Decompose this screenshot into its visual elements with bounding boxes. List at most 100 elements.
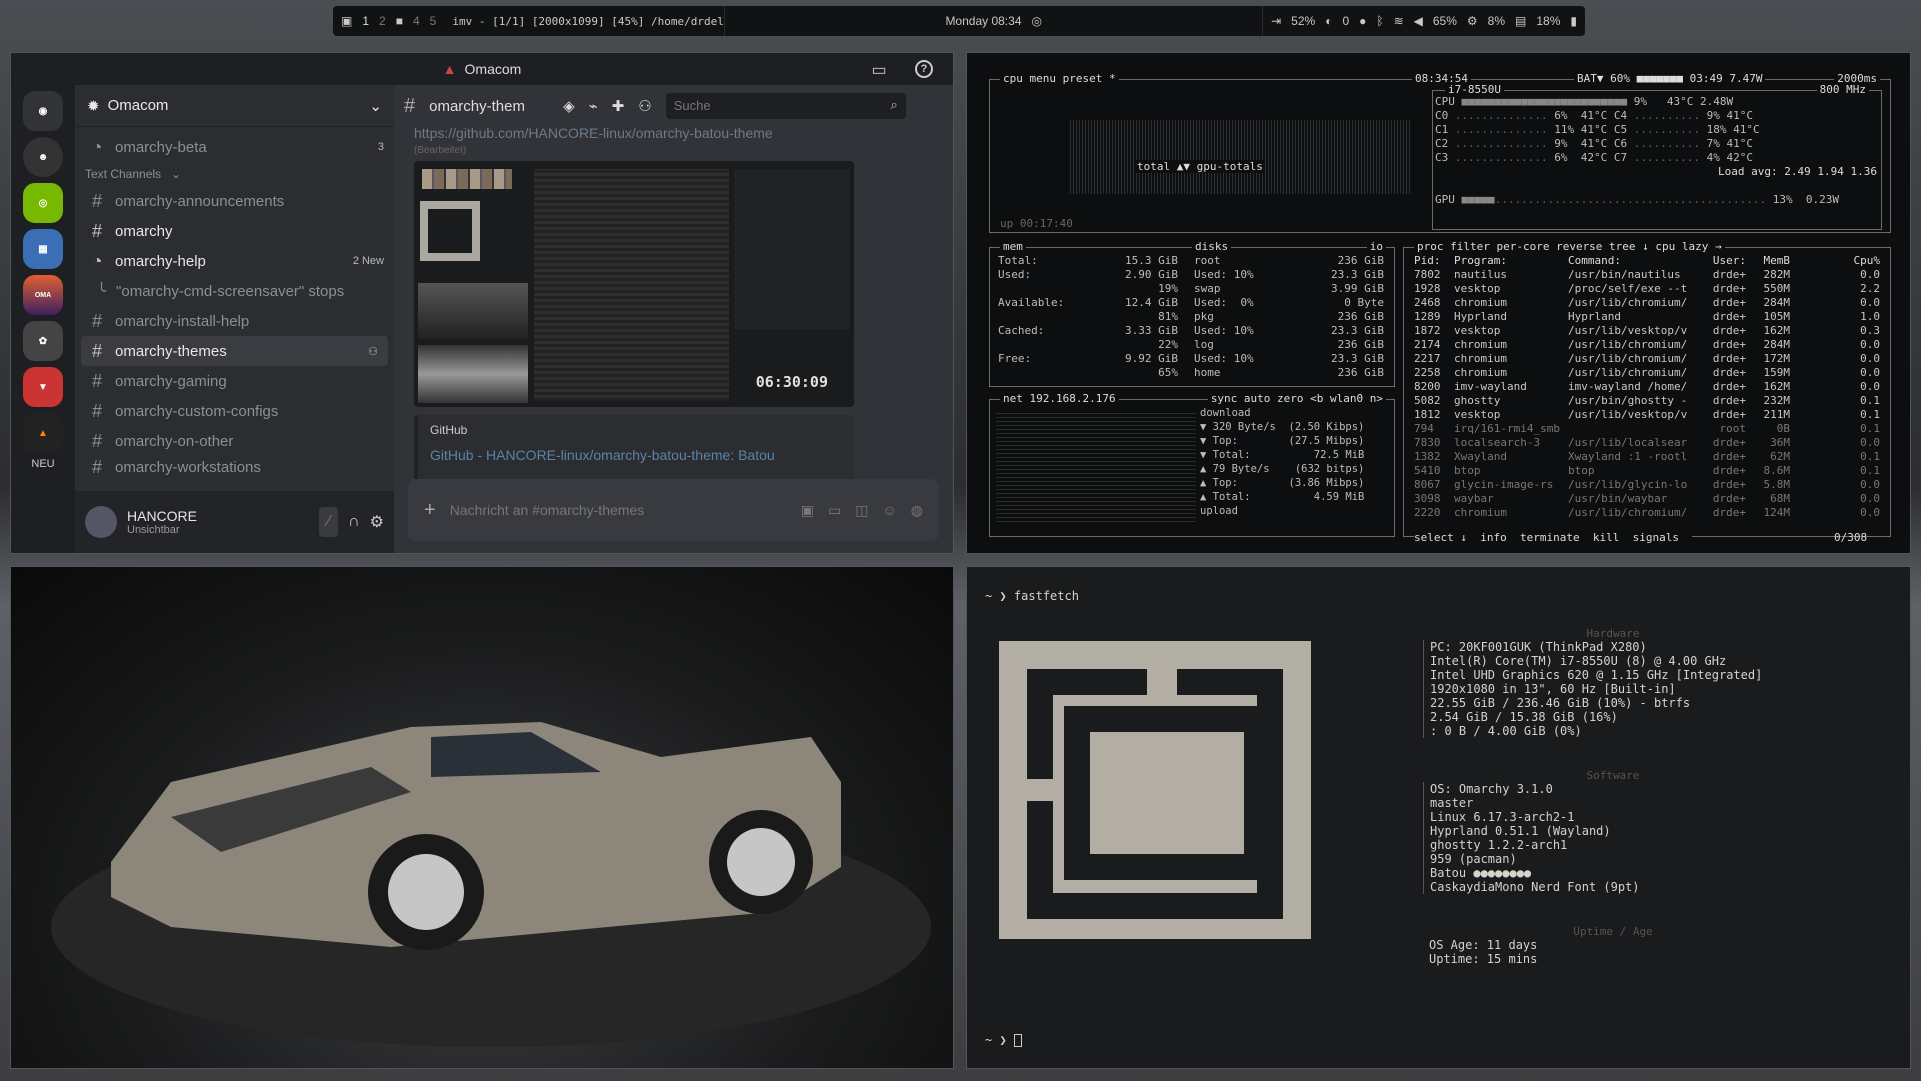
proc-cell: 0.0: [1860, 296, 1880, 309]
net-rows: download ▼ 320 Byte/s (2.50 Kibps) ▼ Top: …: [1200, 406, 1386, 518]
volume-percent[interactable]: 65%: [1433, 14, 1457, 28]
logout-icon[interactable]: ⇥: [1271, 14, 1281, 28]
pin-icon[interactable]: ✚: [612, 97, 625, 115]
software-line: 959 (pacman): [1430, 852, 1517, 866]
add-member-icon[interactable]: ⚇: [368, 345, 378, 358]
proc-row[interactable]: 1928 vesktop/proc/self/exe --t drde+ 550M 2.…: [1414, 282, 1880, 296]
image-attachment[interactable]: 06:30:09: [414, 161, 854, 407]
mute-notifications-icon[interactable]: ⌁: [589, 97, 598, 115]
wifi-icon[interactable]: ≋: [1394, 14, 1404, 28]
server-header[interactable]: ✹ Omacom ⌄: [75, 85, 394, 127]
channel-omarchy[interactable]: # omarchy: [75, 216, 394, 246]
server-icon-pink[interactable]: ✿: [23, 321, 63, 361]
disk-rows: root 236 GiB Used: 10% 23.3 GiB swap 3.99 GiB…: [1194, 254, 1384, 380]
workspace-3-active-icon[interactable]: ■: [396, 14, 403, 28]
proc-footer-item[interactable]: kill: [1593, 531, 1633, 544]
channel-omarchy-announcements[interactable]: # omarchy-announcements: [75, 186, 394, 216]
clock[interactable]: Monday 08:34: [945, 14, 1021, 28]
settings-gear-icon[interactable]: ⚙: [370, 512, 384, 532]
channel-omarchy-install-help[interactable]: # omarchy-install-help: [75, 306, 394, 336]
embed-title[interactable]: GitHub - HANCORE-linux/omarchy-batou-the…: [430, 447, 842, 463]
workspace-1[interactable]: 1: [362, 14, 369, 28]
proc-row[interactable]: 7830 localsearch-3/usr/lib/localsear drde+…: [1414, 436, 1880, 450]
proc-row[interactable]: 2217 chromium/usr/lib/chromium/drde+ 172M 0…: [1414, 352, 1880, 366]
server-icon-blue[interactable]: ▦: [23, 229, 63, 269]
help-icon[interactable]: ?: [915, 60, 933, 78]
channel-omarchy-help[interactable]: ◔ omarchy-help 2 New: [75, 246, 394, 276]
battery-readout: BAT▼ 60% ■■■■■■■ 03:49 7.47W: [1574, 72, 1766, 85]
server-icon-avatar[interactable]: ☻: [23, 137, 63, 177]
thread-cmd-screensaver[interactable]: ╰ "omarchy-cmd-screensaver" stops: [75, 276, 394, 306]
proc-footer-item[interactable]: signals: [1633, 531, 1693, 544]
github-embed[interactable]: GitHub GitHub - HANCORE-linux/omarchy-ba…: [414, 415, 854, 485]
proc-row[interactable]: 3098 waybar/usr/bin/waybar drde+ 68M 0.0: [1414, 492, 1880, 506]
proc-row[interactable]: 5410 btop btop drde+ 8.6M 0.1: [1414, 464, 1880, 478]
message-input[interactable]: + Nachricht an #omarchy-themes ▣ ▭ ◫ ☺ ◍: [408, 479, 939, 541]
hash-icon: #: [91, 310, 102, 331]
proc-row[interactable]: 2174 chromium/usr/lib/chromium/drde+ 284M 0…: [1414, 338, 1880, 352]
menu-icon[interactable]: ▣: [341, 14, 352, 28]
notification-count[interactable]: 0: [1342, 14, 1349, 28]
members-icon[interactable]: ⚇: [638, 97, 651, 115]
memory-percent: 18%: [1536, 14, 1561, 28]
threads-icon[interactable]: ◈: [563, 97, 575, 115]
idle-inhibit-icon[interactable]: ◎: [1032, 14, 1042, 28]
proc-footer-item[interactable]: 0/308: [1834, 531, 1867, 544]
hardware-section: Hardware PC: 20KF001GUK (ThinkPad X280) I…: [1423, 627, 1803, 738]
workspace-5[interactable]: 5: [430, 14, 437, 28]
proc-row[interactable]: 1289 Hyprland Hyprland drde+ 105M 1.0: [1414, 310, 1880, 324]
message-link[interactable]: https://github.com/HANCORE-linux/omarchy…: [414, 125, 814, 141]
gift-icon[interactable]: ▣: [801, 502, 814, 519]
volume-icon[interactable]: ◀: [1414, 14, 1423, 28]
workspace-4[interactable]: 4: [413, 14, 420, 28]
gif-icon[interactable]: ▭: [828, 502, 841, 519]
chat-channel-name: omarchy-them: [429, 97, 525, 115]
proc-row[interactable]: 8200 imv-wayland imv-wayland /home/drde+ 16…: [1414, 380, 1880, 394]
server-icon-arch[interactable]: ▲: [23, 413, 63, 453]
proc-row[interactable]: 5082 ghostty/usr/bin/ghostty - drde+ 232M 0.…: [1414, 394, 1880, 408]
bluetooth-icon[interactable]: ᛒ: [1376, 14, 1383, 28]
channel-omarchy-gaming[interactable]: # omarchy-gaming: [75, 366, 394, 396]
proc-footer-item[interactable]: info: [1480, 531, 1520, 544]
proc-row[interactable]: 7802 nautilus/usr/bin/nautilus drde+ 282M 0.…: [1414, 268, 1880, 282]
channel-omarchy-custom-configs[interactable]: # omarchy-custom-configs: [75, 396, 394, 426]
search-input[interactable]: Suche ⌕: [665, 93, 906, 119]
lock-icon[interactable]: ▮: [1570, 14, 1577, 28]
avatar[interactable]: [85, 506, 117, 538]
server-icon-nvidia[interactable]: ◎: [23, 183, 63, 223]
disk-row: Used: 10% 23.3 GiB: [1194, 268, 1384, 282]
net-row: ▲ Top: (3.86 Mibps): [1200, 477, 1365, 489]
prompt-cursor-line[interactable]: ~ ❯: [985, 1033, 1022, 1047]
channel-omarchy-themes[interactable]: # omarchy-themes ⚇: [81, 336, 388, 366]
proc-row[interactable]: 8067 glycin-image-rs/usr/lib/glycin-lo drd…: [1414, 478, 1880, 492]
proc-row[interactable]: 2468 chromium/usr/lib/chromium/drde+ 284M 0…: [1414, 296, 1880, 310]
proc-footer-item[interactable]: terminate: [1520, 531, 1593, 544]
server-icon-omacom[interactable]: OMA: [23, 275, 63, 315]
proc-row[interactable]: 1872 vesktop/usr/lib/vesktop/v drde+ 162M 0.…: [1414, 324, 1880, 338]
mute-mic-icon[interactable]: ⁄: [319, 507, 339, 537]
proc-row[interactable]: 2258 chromium/usr/lib/chromium/drde+ 159M 0…: [1414, 366, 1880, 380]
emoji-icon[interactable]: ☺: [882, 502, 896, 518]
proc-row[interactable]: 2220 chromium/usr/lib/chromium/drde+ 124M 0…: [1414, 506, 1880, 520]
proc-row[interactable]: 1812 vesktop/usr/lib/vesktop/v drde+ 211M 0.…: [1414, 408, 1880, 422]
headset-icon[interactable]: ∩: [348, 513, 360, 531]
notification-icon[interactable]: ●: [1359, 14, 1366, 28]
inbox-icon[interactable]: ▭: [869, 60, 889, 79]
proc-row[interactable]: 794 irq/161-rmi4_smb root 0B 0.1: [1414, 422, 1880, 436]
active-window-title: imv - [1/1] [2000x1099] [45%] /home/drde…: [452, 14, 724, 28]
sticker-icon[interactable]: ◫: [855, 502, 868, 519]
activity-icon[interactable]: ◍: [911, 502, 923, 519]
add-attachment-icon[interactable]: +: [424, 499, 436, 522]
workspace-2[interactable]: 2: [379, 14, 386, 28]
channel-omarchy-beta[interactable]: ◔ omarchy-beta 3: [75, 132, 394, 162]
channel-omarchy-on-other[interactable]: # omarchy-on-other: [75, 426, 394, 456]
proc-cell: 5.8M: [1763, 478, 1791, 491]
discord-home-icon[interactable]: ◉: [23, 91, 63, 131]
server-icon-red[interactable]: ▼: [23, 367, 63, 407]
proc-footer-item[interactable]: select ↓: [1414, 531, 1480, 544]
channel-omarchy-workstations[interactable]: # omarchy-workstations: [75, 456, 394, 478]
disk-row-label: Used: 10%: [1194, 324, 1254, 337]
category-text-channels[interactable]: Text Channels ⌄: [75, 162, 394, 186]
proc-cell: 7802: [1414, 268, 1441, 281]
proc-row[interactable]: 1382 Xwayland Xwayland :1 -rootl drde+ 62M 0.…: [1414, 450, 1880, 464]
